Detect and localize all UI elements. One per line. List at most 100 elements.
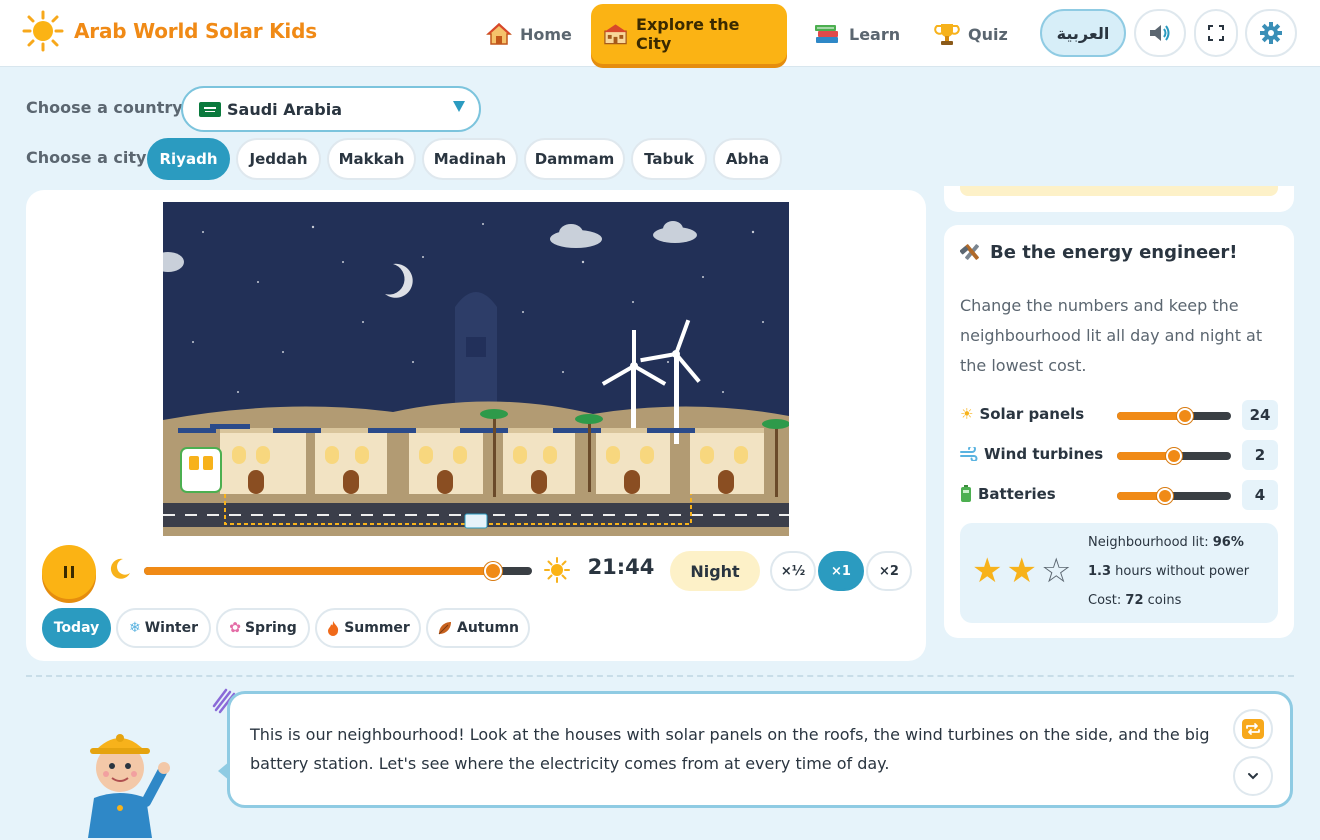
star-rating: ★ ★ ☆ [972, 553, 1071, 589]
neighbourhood-scene[interactable] [163, 202, 789, 536]
day-phase-badge: Night [670, 551, 760, 591]
fullscreen-button[interactable] [1194, 9, 1238, 57]
battery-icon [961, 485, 971, 502]
wind-turbines-slider[interactable] [1117, 448, 1231, 464]
speed-half-button[interactable]: ×½ [770, 551, 816, 591]
city-chip-riyadh[interactable]: Riyadh [147, 138, 230, 180]
engineer-title: Be the energy engineer! [990, 241, 1238, 263]
cost-label: Cost: [1088, 593, 1122, 608]
battery-station [180, 447, 222, 493]
season-autumn-button[interactable]: Autumn [426, 608, 530, 648]
saudi-flag-icon [199, 101, 221, 117]
nav-label: Explore the City [636, 15, 740, 53]
slider-fill [1117, 412, 1186, 420]
country-label: Choose a country [26, 98, 183, 117]
nav-learn[interactable]: Learn [801, 4, 912, 64]
city-chip-dammam[interactable]: Dammam [524, 138, 625, 180]
city-chip-tabuk[interactable]: Tabuk [631, 138, 707, 180]
guide-speech-text: This is our neighbourhood! Look at the h… [250, 725, 1210, 773]
wind-turbines-count: 2 [1242, 440, 1278, 470]
engineer-title-row: Be the energy engineer! [960, 241, 1237, 263]
snowflake-icon: ❄ [128, 620, 141, 636]
star-filled-icon: ★ [972, 551, 1003, 591]
previous-card-remnant [944, 186, 1294, 212]
guide-character-avatar[interactable] [76, 728, 172, 838]
hours-value: 1.3 [1088, 564, 1112, 579]
season-label: Autumn [456, 620, 519, 636]
leaf-icon [438, 622, 451, 635]
star-empty-icon: ☆ [1040, 551, 1072, 591]
solar-panels-label: ☀ Solar panels [960, 405, 1084, 423]
trophy-icon [934, 24, 960, 45]
city-label: Choose a city [26, 148, 147, 167]
tools-icon [960, 244, 979, 260]
control-label: Wind turbines [984, 445, 1104, 463]
chevron-down-icon [453, 101, 465, 112]
slider-handle[interactable] [1156, 488, 1173, 504]
nav-quiz[interactable]: Quiz [922, 4, 1020, 64]
lit-value: 96% [1212, 535, 1244, 550]
solar-panels-slider[interactable] [1117, 408, 1231, 424]
control-label: Batteries [978, 485, 1056, 503]
gear-icon [1260, 22, 1282, 44]
lit-line: Neighbourhood lit: 96% [1088, 535, 1244, 550]
hours-line: 1.3 hours without power [1088, 564, 1249, 579]
season-label: Spring [244, 620, 297, 636]
fire-icon [328, 621, 339, 636]
sun-logo-icon [22, 10, 64, 52]
city-chip-jeddah[interactable]: Jeddah [236, 138, 321, 180]
city-chip-abha[interactable]: Abha [713, 138, 782, 180]
country-select[interactable]: Saudi Arabia [181, 86, 481, 132]
wind-icon [960, 447, 978, 461]
cost-line: Cost: 72 coins [1088, 593, 1181, 608]
season-summer-button[interactable]: Summer [315, 608, 421, 648]
star-filled-icon: ★ [1006, 551, 1037, 591]
language-toggle-button[interactable]: العربية [1040, 9, 1126, 57]
books-icon [815, 25, 838, 43]
batteries-count: 4 [1242, 480, 1278, 510]
replay-button[interactable] [1233, 709, 1273, 749]
next-button[interactable] [1233, 756, 1273, 796]
sun-icon: ☀ [960, 405, 974, 423]
time-slider-fill [144, 567, 494, 575]
moon-icon [110, 558, 130, 579]
nav-label: Home [520, 24, 572, 44]
settings-button[interactable] [1245, 9, 1297, 57]
slider-handle[interactable] [1166, 448, 1182, 464]
speed-1x-button[interactable]: ×1 [818, 551, 864, 591]
nav-explore-city[interactable]: Explore the City [591, 4, 787, 64]
batteries-slider[interactable] [1117, 488, 1231, 504]
city-chip-madinah[interactable]: Madinah [422, 138, 518, 180]
home-icon [486, 22, 512, 45]
season-spring-button[interactable]: ✿ Spring [216, 608, 310, 648]
season-winter-button[interactable]: ❄ Winter [116, 608, 211, 648]
season-label: Today [53, 620, 100, 636]
top-header: Arab World Solar Kids Home Explore the C… [0, 0, 1320, 67]
nav-home[interactable]: Home [474, 4, 584, 64]
app-title: Arab World Solar Kids [74, 19, 317, 43]
season-today-button[interactable]: Today [42, 608, 111, 648]
time-slider[interactable] [144, 562, 532, 580]
solar-panels-count: 24 [1242, 400, 1278, 430]
app-logo[interactable]: Arab World Solar Kids [22, 10, 317, 52]
speed-2x-button[interactable]: ×2 [866, 551, 912, 591]
sound-button[interactable] [1134, 9, 1186, 57]
control-label: Solar panels [979, 405, 1085, 423]
cost-unit: coins [1147, 593, 1182, 608]
engineer-description: Change the numbers and keep the neighbou… [960, 296, 1263, 375]
sun-icon [544, 557, 570, 583]
clock-time: 21:44 [587, 555, 655, 579]
section-divider [26, 675, 1294, 677]
batteries-label: Batteries [960, 485, 1056, 503]
city-chip-makkah[interactable]: Makkah [327, 138, 416, 180]
repeat-icon [1242, 719, 1264, 739]
fullscreen-icon [1208, 25, 1224, 41]
city-icon [603, 24, 628, 45]
pause-button[interactable] [42, 545, 96, 599]
season-label: Summer [344, 620, 410, 636]
speaker-icon [1150, 25, 1170, 41]
lit-label: Neighbourhood lit: [1088, 535, 1209, 550]
blossom-icon: ✿ [229, 620, 241, 636]
guide-speech-bubble: This is our neighbourhood! Look at the h… [227, 691, 1293, 808]
wind-turbines-label: Wind turbines [960, 445, 1103, 463]
